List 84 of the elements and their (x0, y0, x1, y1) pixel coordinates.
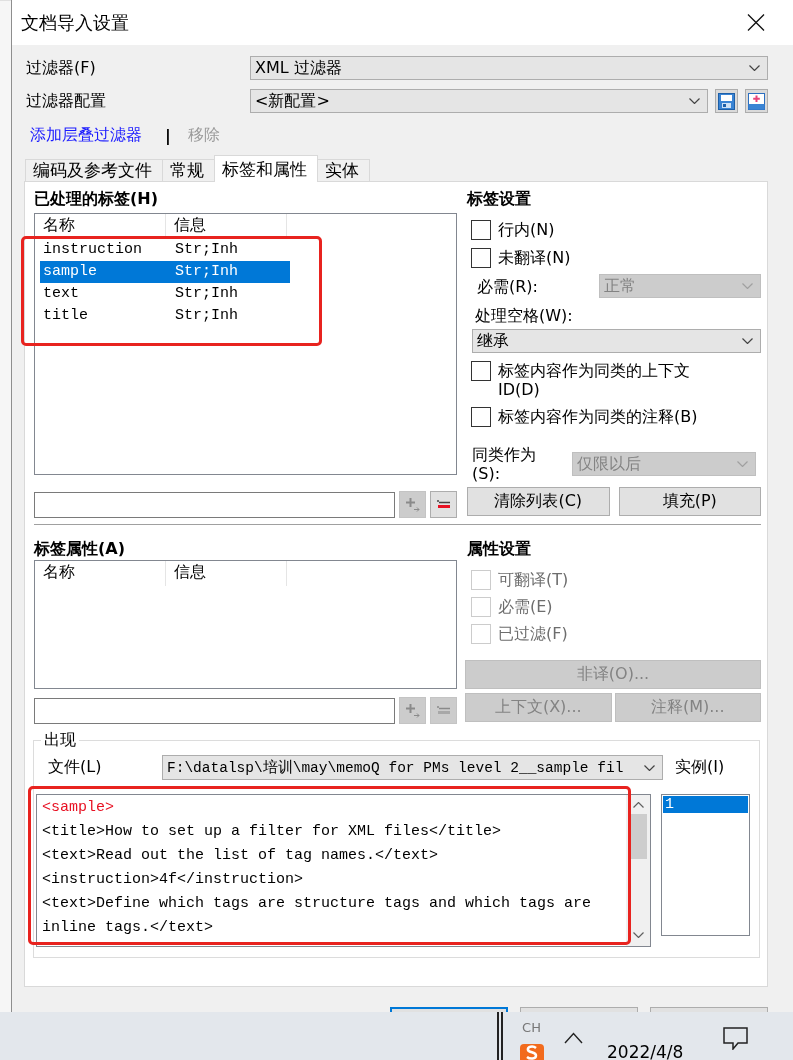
window-title: 文档导入设置 (21, 10, 129, 35)
chevron-down-icon (689, 98, 700, 104)
chevron-down-icon (632, 932, 644, 938)
chevron-down-icon (737, 461, 748, 467)
field-label: 处理空格(W): (474, 306, 574, 325)
chevron-down-icon (749, 65, 760, 71)
dropdown[interactable]: F:\datalsp\培训\may\memoQ for PMs level 2__sample fil (162, 755, 663, 780)
list-cell[interactable]: Str;Inh (171, 305, 290, 327)
checkbox[interactable] (471, 248, 491, 268)
section-title: 标签设置 (467, 190, 532, 208)
field-label: 实例(I) (675, 757, 726, 778)
section-title: 标签属性(A) (34, 540, 126, 558)
checkbox-label: 可翻译(T) (498, 570, 569, 589)
column-header[interactable]: 名称 (35, 561, 166, 586)
checkbox[interactable] (471, 220, 491, 240)
group-title: 出现 (43, 731, 77, 749)
column-header[interactable]: 信息 (166, 214, 287, 239)
list-cell[interactable]: instruction (40, 239, 171, 261)
checkbox-label: 必需(E) (498, 597, 553, 616)
list-cell[interactable]: Str;Inh (171, 261, 290, 283)
tab[interactable]: 标签和属性 (214, 155, 318, 182)
link-separator: | (165, 125, 171, 145)
save-config-button[interactable] (715, 89, 738, 113)
field-label: 过滤器配置 (25, 90, 107, 112)
chevron-down-icon (742, 338, 753, 344)
chevron-down-icon (742, 283, 753, 289)
minus-icon (436, 706, 452, 715)
plus-icon (405, 497, 421, 512)
code-line: <text>Read out the list of tag names.</text> (42, 846, 440, 866)
section-title: 已处理的标签(H) (34, 190, 159, 208)
remove-button[interactable] (430, 491, 457, 518)
code-line: inline tags.</text> (42, 918, 215, 938)
tab[interactable]: 实体 (317, 159, 370, 181)
column-header[interactable]: 名称 (35, 214, 166, 239)
tab[interactable]: 常规 (162, 159, 215, 181)
input-field[interactable] (34, 491, 396, 518)
column-header[interactable]: 信息 (166, 561, 287, 586)
field-label: 文件(L) (48, 757, 103, 778)
list-cell[interactable]: title (40, 305, 171, 327)
push-button[interactable]: 清除列表(C) (467, 487, 610, 516)
list-item[interactable]: 1 (663, 796, 748, 813)
input-method-icon[interactable] (519, 1044, 544, 1060)
add-icon (748, 92, 765, 110)
save-icon (718, 92, 735, 110)
dropdown[interactable]: 继承 (472, 329, 761, 353)
checkbox-label: 标签内容作为同类的注释(B) (498, 407, 698, 426)
push-button[interactable]: 填充(P) (618, 487, 761, 516)
code-line: <title>How to set up a filter for XML files</title> (42, 822, 503, 842)
minus-icon (436, 500, 452, 509)
list-cell[interactable]: Str;Inh (171, 283, 290, 305)
code-line: <sample> (42, 798, 115, 818)
tab[interactable]: 编码及参考文件 (25, 159, 163, 181)
checkbox-label: 未翻译(N) (498, 248, 571, 267)
list-cell[interactable]: text (40, 283, 171, 305)
code-line: <text>Define which tags are structure tags and which tags are (42, 894, 593, 914)
cut-off-button[interactable] (390, 1007, 508, 1012)
field-label: 必需(R): (476, 276, 539, 296)
checkbox-label: 行内(N) (498, 220, 555, 239)
checkbox-label: 标签内容作为同类的上下文 ID(D) (498, 361, 691, 399)
field-label: 同类作为(S): (471, 445, 537, 483)
input-language-indicator[interactable]: CH (522, 1020, 541, 1035)
add-filter-link[interactable]: 添加层叠过滤器 (30, 124, 142, 146)
section-title: 属性设置 (467, 540, 532, 558)
plus-icon (405, 703, 421, 718)
chevron-up-icon (632, 802, 644, 808)
close-button[interactable] (745, 14, 767, 31)
checkbox[interactable] (471, 407, 491, 427)
list-cell[interactable]: Str;Inh (171, 239, 290, 261)
show-hidden-icons-button[interactable] (564, 1032, 583, 1044)
new-config-button[interactable] (745, 89, 768, 113)
chevron-down-icon (644, 764, 655, 771)
checkbox[interactable] (471, 361, 491, 381)
field-label: 过滤器(F) (25, 57, 97, 79)
close-icon (745, 14, 767, 31)
list-cell[interactable]: sample (40, 261, 171, 283)
chevron-up-icon (564, 1032, 583, 1044)
speech-bubble-icon (723, 1027, 748, 1050)
taskbar-date[interactable]: 2022/4/8 (607, 1044, 697, 1060)
dropdown[interactable]: XML 过滤器 (250, 56, 768, 80)
checkbox-label: 已过滤(F) (498, 624, 568, 643)
input-field[interactable] (34, 697, 396, 724)
notification-button[interactable] (723, 1027, 748, 1050)
code-line: <instruction>4f</instruction> (42, 870, 305, 890)
dropdown[interactable]: <新配置> (250, 89, 708, 113)
